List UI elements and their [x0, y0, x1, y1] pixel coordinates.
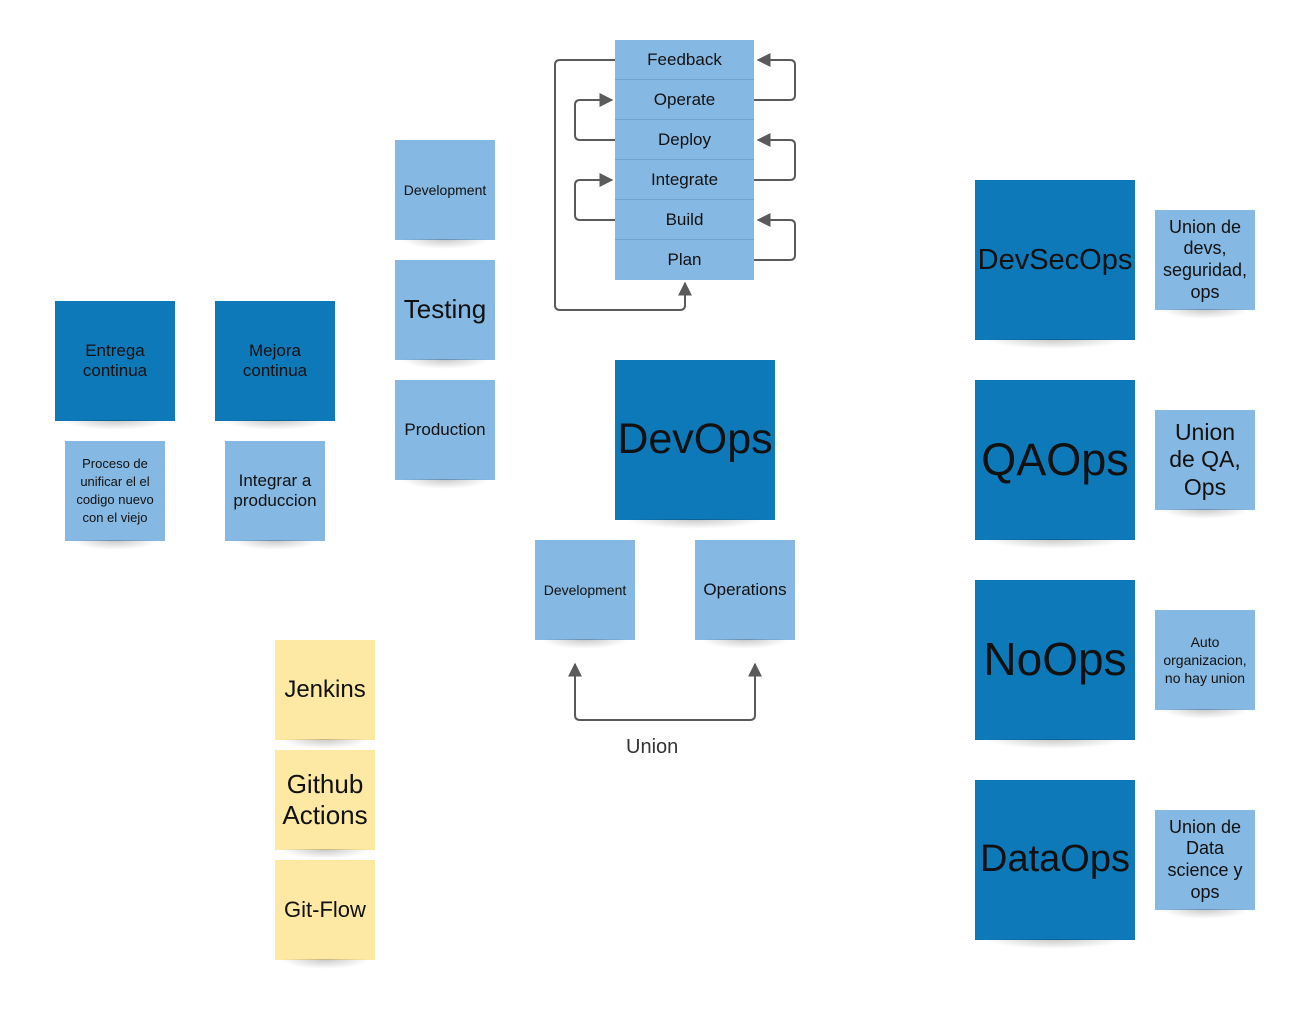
practice-mejora-continua: Mejora continua — [215, 301, 335, 430]
connector-operate-feedback — [754, 53, 796, 101]
connector-deploy-operate — [574, 93, 615, 141]
connector-union-development — [568, 662, 655, 721]
tool-jenkins: Jenkins — [275, 640, 375, 749]
practice-entrega-description: Proceso de unificar el el codigo nuevo c… — [65, 441, 165, 550]
variant-qaops: QAOps — [975, 380, 1135, 549]
variant-devsecops: DevSecOps — [975, 180, 1135, 349]
variant-noops-description: Auto organizacion, no hay union — [1155, 610, 1255, 719]
practice-entrega-continua: Entrega continua — [55, 301, 175, 430]
devops-operations: Operations — [695, 540, 795, 649]
devops-development: Development — [535, 540, 635, 649]
pipeline-development: Development — [395, 140, 495, 249]
pipeline-production: Production — [395, 380, 495, 489]
stage-feedback: Feedback — [615, 40, 754, 80]
pipeline-testing: Testing — [395, 260, 495, 369]
stage-plan: Plan — [615, 240, 754, 280]
variant-dataops-description: Union de Data science y ops — [1155, 810, 1255, 919]
variant-qaops-description: Union de QA, Ops — [1155, 410, 1255, 519]
practice-mejora-description: Integrar a produccion — [225, 441, 325, 550]
union-label: Union — [626, 736, 679, 758]
connector-union-operations — [655, 662, 762, 721]
stage-deploy: Deploy — [615, 120, 754, 160]
stage-operate: Operate — [615, 80, 754, 120]
stage-integrate: Integrate — [615, 160, 754, 200]
variant-dataops: DataOps — [975, 780, 1135, 949]
stage-build: Build — [615, 200, 754, 240]
devops-title: DevOps — [615, 360, 775, 529]
connector-build-integrate — [574, 173, 615, 221]
connector-plan-build — [754, 213, 796, 261]
tool-github-actions: Github Actions — [275, 750, 375, 859]
tool-git-flow: Git-Flow — [275, 860, 375, 969]
connector-integrate-deploy — [754, 133, 796, 181]
variant-devsecops-description: Union de devs, seguridad, ops — [1155, 210, 1255, 319]
variant-noops: NoOps — [975, 580, 1135, 749]
